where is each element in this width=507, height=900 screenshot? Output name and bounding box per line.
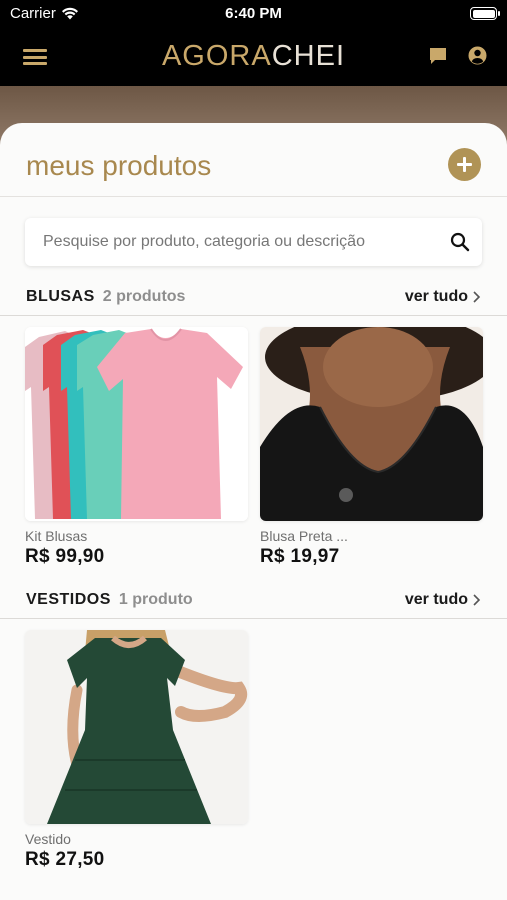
section-count: 2 produtos: [102, 288, 186, 305]
product-image: [25, 630, 248, 824]
logo-text-agora: AGORA: [161, 40, 272, 72]
see-all-label: ver tudo: [404, 288, 468, 305]
content-sheet: meus produtos BLUSAS 2 produtos ver tudo: [0, 123, 507, 900]
battery-icon: [470, 7, 500, 20]
search-icon[interactable]: [450, 232, 470, 252]
see-all-link[interactable]: ver tudo: [405, 591, 481, 609]
product-title: Vestido: [25, 831, 71, 847]
product-title: Kit Blusas: [25, 528, 88, 544]
clock: 6:40 PM: [225, 5, 282, 22]
product-price: R$ 19,97: [260, 546, 340, 567]
divider: [0, 196, 507, 197]
user-profile-icon[interactable]: [468, 46, 487, 65]
divider: [0, 618, 507, 619]
product-image: [25, 327, 248, 521]
add-product-button[interactable]: [448, 148, 481, 181]
section-count: 1 produto: [118, 591, 193, 608]
product-price: R$ 27,50: [25, 849, 105, 870]
page-title: meus produtos: [26, 150, 212, 181]
section-header-vestidos: VESTIDOS 1 produto ver tudo: [26, 591, 481, 613]
product-image: [260, 327, 483, 521]
product-card[interactable]: Kit Blusas R$ 99,90: [25, 327, 248, 568]
product-price: R$ 99,90: [25, 546, 105, 567]
see-all-label: ver tudo: [404, 591, 468, 608]
product-card[interactable]: Blusa Preta ... R$ 19,97: [260, 327, 483, 568]
section-title: BLUSAS: [26, 288, 95, 305]
logo-text-chei: CHEI: [271, 40, 346, 72]
search-bar: [25, 218, 482, 266]
chevron-right-icon: [473, 291, 481, 303]
divider: [0, 315, 507, 316]
product-title: Blusa Preta ...: [260, 528, 348, 544]
search-input[interactable]: [43, 230, 443, 254]
chat-icon[interactable]: [429, 47, 447, 65]
chevron-right-icon: [473, 594, 481, 606]
product-card[interactable]: Vestido R$ 27,50: [25, 630, 248, 871]
status-bar: Carrier 6:40 PM: [0, 0, 507, 28]
top-nav-bar: AGORACHEI: [0, 28, 507, 86]
section-title: VESTIDOS: [26, 591, 111, 608]
see-all-link[interactable]: ver tudo: [405, 288, 481, 306]
section-header-blusas: BLUSAS 2 produtos ver tudo: [26, 288, 481, 310]
